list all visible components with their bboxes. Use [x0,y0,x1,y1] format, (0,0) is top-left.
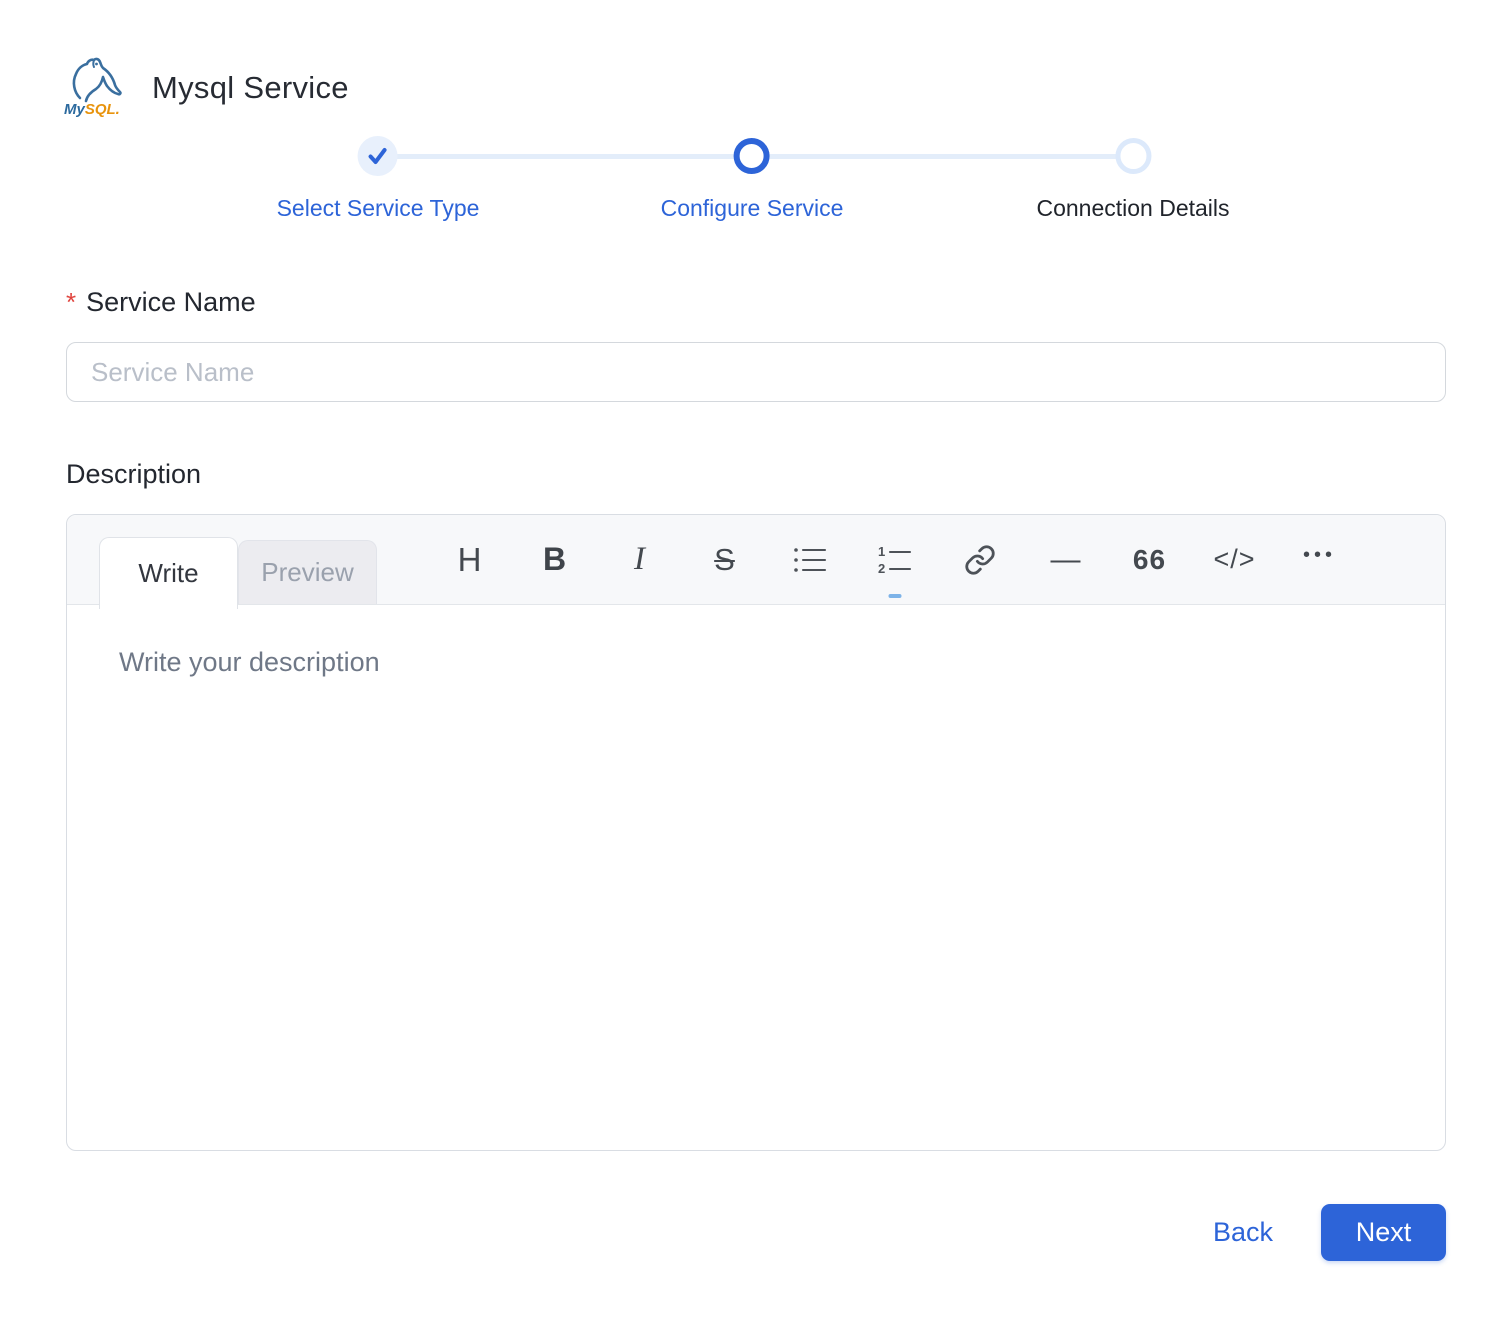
svg-text:1: 1 [878,545,885,559]
wizard-stepper: Select Service Type Configure Service Co… [0,0,1504,240]
svg-text:2: 2 [878,561,885,575]
step-label[interactable]: Connection Details [1036,195,1229,222]
code-icon[interactable]: </> [1216,538,1253,582]
required-marker: * [66,287,76,317]
bold-icon[interactable]: B [536,538,573,582]
editor-toolbar-bar: Write Preview H B I S [67,515,1445,605]
quote-icon[interactable]: 66 [1131,538,1168,582]
step-configure-service[interactable]: Configure Service [661,137,844,222]
description-textarea[interactable] [67,605,1445,1151]
heading-icon[interactable]: H [451,538,488,582]
cursor-artifact [888,594,901,598]
description-label: Description [66,459,201,490]
step-connection-details[interactable]: Connection Details [1036,137,1229,222]
service-name-label: * Service Name [66,287,256,318]
step-select-service-type[interactable]: Select Service Type [277,137,480,222]
mysql-service-wizard-page: MySQL. Mysql Service Select Service Type… [0,0,1504,1326]
service-name-input[interactable] [66,342,1446,402]
description-editor: Write Preview H B I S [66,514,1446,1151]
step-active-circle[interactable] [734,138,770,174]
wizard-footer: Back Next [1213,1204,1446,1261]
ordered-list-icon[interactable]: 1 2 [876,538,913,582]
step-completed-circle[interactable] [358,136,398,176]
editor-toolbar: H B I S 1 2 [451,538,1338,582]
step-label[interactable]: Select Service Type [277,195,480,222]
tab-preview[interactable]: Preview [238,540,377,604]
link-icon[interactable] [961,538,998,582]
service-name-label-text: Service Name [86,287,256,317]
tab-write[interactable]: Write [99,537,238,609]
strikethrough-icon[interactable]: S [706,538,743,582]
more-options-icon[interactable]: ••• [1301,538,1338,582]
italic-icon[interactable]: I [621,538,658,582]
back-button[interactable]: Back [1213,1217,1273,1248]
step-label[interactable]: Configure Service [661,195,844,222]
editor-body [67,605,1445,1151]
next-button[interactable]: Next [1321,1204,1446,1261]
unordered-list-icon[interactable] [791,538,828,582]
step-upcoming-circle[interactable] [1115,138,1151,174]
horizontal-rule-icon[interactable]: — [1046,538,1083,582]
check-icon [367,145,389,167]
editor-tabs: Write Preview [99,515,377,604]
